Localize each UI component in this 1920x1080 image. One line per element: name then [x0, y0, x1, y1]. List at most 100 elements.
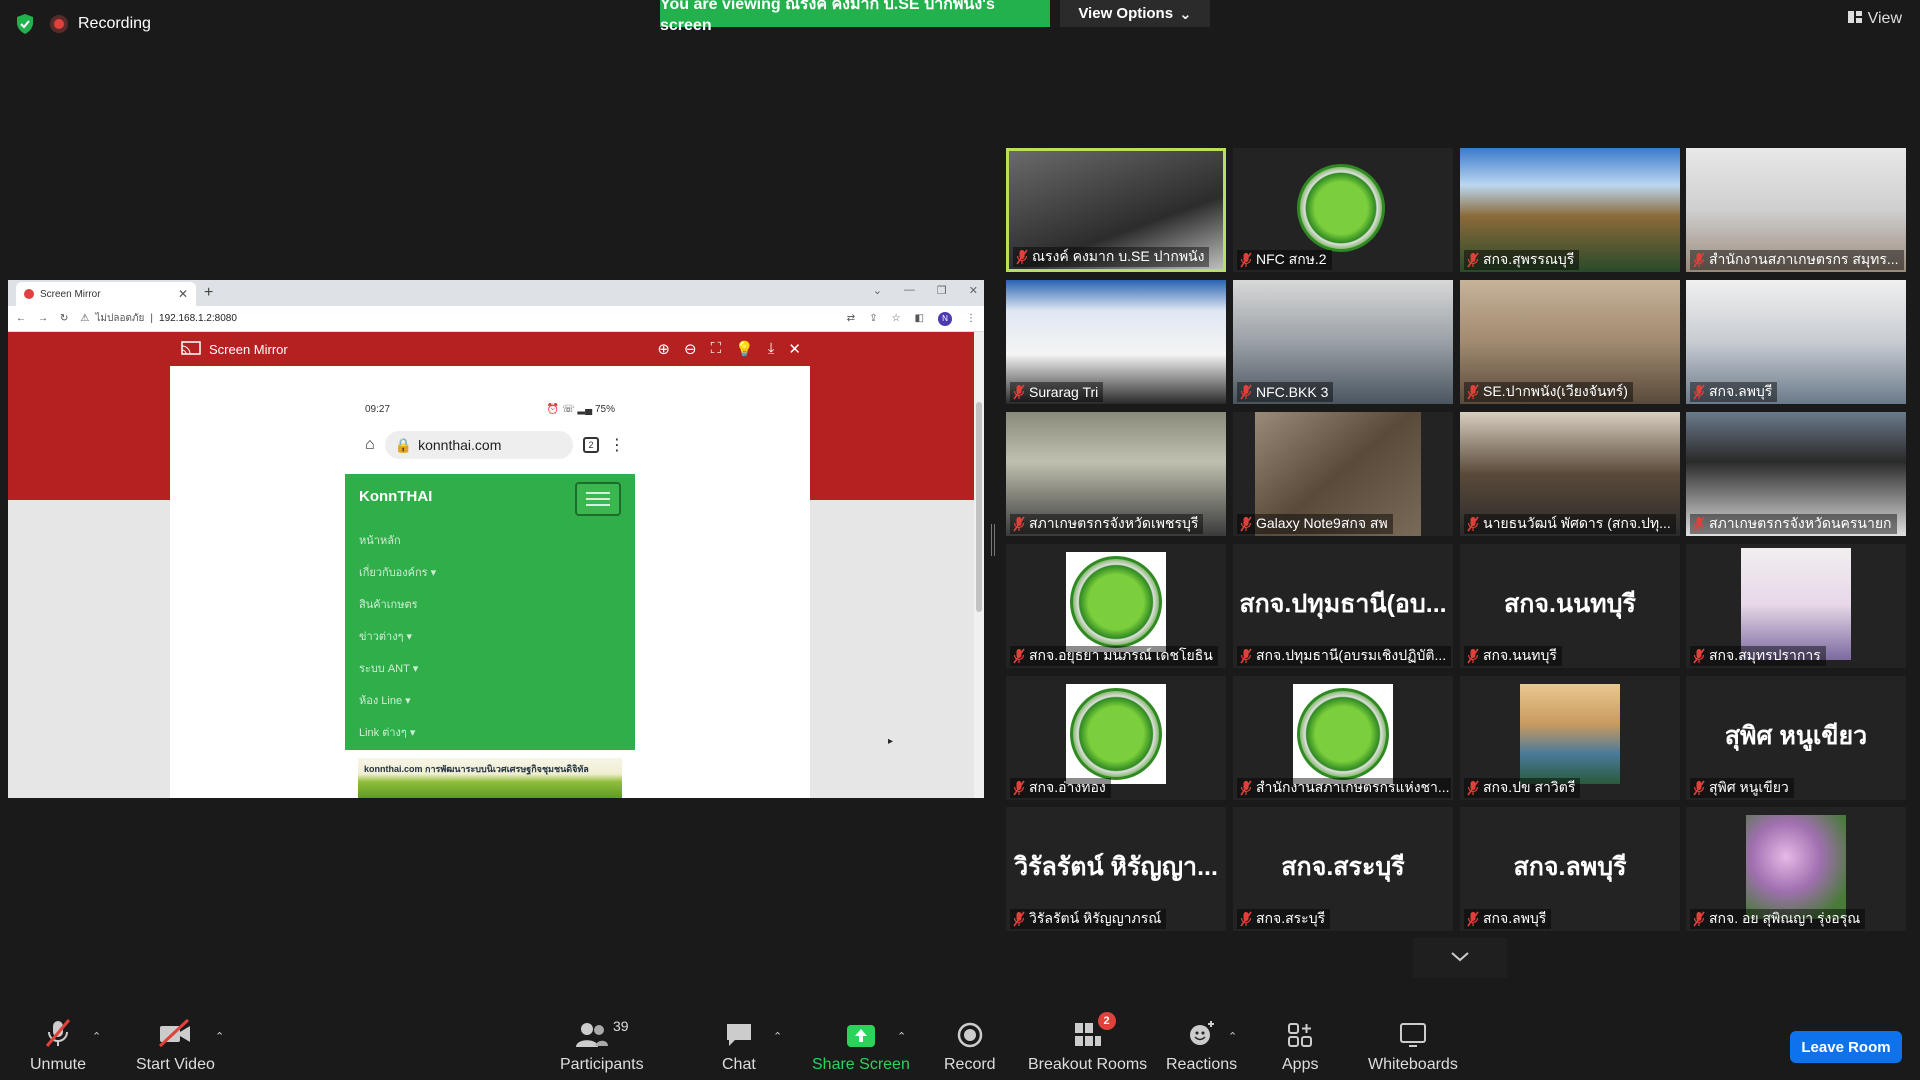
nav-item[interactable]: หน้าหลัก — [359, 524, 436, 556]
share-icon[interactable]: ⇪ — [869, 313, 877, 324]
participant-tile[interactable]: สกจ.นนทบุรี สกจ.นนทบุรี — [1460, 544, 1680, 668]
apps-button[interactable]: Apps — [1282, 1018, 1318, 1074]
lightbulb-icon[interactable]: 💡 — [735, 340, 754, 358]
participant-tile[interactable]: สำนักงานสภาเกษตรกรแห่งชา... — [1233, 676, 1453, 800]
participant-tile[interactable]: สภาเกษตรกรจังหวัดเพชรบุรี — [1006, 412, 1226, 536]
view-options-button[interactable]: View Options ⌄ — [1060, 0, 1210, 27]
leave-room-button[interactable]: Leave Room — [1790, 1031, 1902, 1063]
tab-count[interactable]: 2 — [583, 437, 599, 453]
restore-icon[interactable]: ❐ — [937, 284, 947, 297]
nav-item[interactable]: สินค้าเกษตร — [359, 588, 436, 620]
side-panel-icon[interactable]: ◧ — [915, 313, 924, 324]
nav-item[interactable]: เกี่ยวกับองค์กร ▾ — [359, 556, 436, 588]
recording-indicator[interactable]: Recording — [50, 15, 151, 33]
zoom-out-icon[interactable]: ⊖ — [684, 340, 697, 358]
farmers-council-logo-icon — [1070, 556, 1162, 648]
forward-icon[interactable]: → — [38, 313, 48, 324]
hamburger-icon[interactable] — [575, 482, 621, 516]
minimize-icon[interactable]: — — [904, 284, 915, 297]
close-icon[interactable]: ✕ — [788, 340, 801, 358]
chevron-up-icon[interactable]: ⌃ — [1228, 1030, 1237, 1043]
star-icon[interactable]: ☆ — [892, 313, 901, 324]
address-bar[interactable]: ⚠ ไม่ปลอดภัย | 192.168.1.2:8080 — [80, 311, 834, 326]
participant-tile[interactable]: NFC สกษ.2 — [1233, 148, 1453, 272]
scrollbar-thumb[interactable] — [976, 402, 982, 612]
participant-tile[interactable]: สกจ.ปทุมธานี(อบ... สกจ.ปทุมธานี(อบรมเชิงป… — [1233, 544, 1453, 668]
warning-icon: ⚠ — [80, 313, 90, 324]
reactions-icon — [1188, 1018, 1216, 1048]
app-title: Screen Mirror — [209, 341, 288, 357]
zoom-in-icon[interactable]: ⊕ — [657, 340, 670, 358]
participant-tile[interactable]: สกจ.ลพบุรี — [1686, 280, 1906, 404]
home-icon[interactable]: ⌂ — [365, 436, 375, 454]
whiteboard-icon — [1399, 1018, 1427, 1048]
cast-icon — [181, 340, 201, 358]
chevron-up-icon[interactable]: ⌃ — [897, 1030, 906, 1043]
close-icon[interactable]: ✕ — [969, 284, 978, 297]
participant-tile[interactable]: สกจ.ลพบุรี สกจ.ลพบุรี — [1460, 807, 1680, 931]
browser-tab[interactable]: Screen Mirror ✕ — [16, 282, 196, 306]
participant-tile[interactable]: วิรัลรัตน์ หิรัญญา... วิรัลรัตน์ หิรัญญาภ… — [1006, 807, 1226, 931]
view-button[interactable]: View — [1847, 10, 1902, 28]
more-menu-icon[interactable]: ⋮ — [609, 435, 625, 455]
participant-name-label: สกจ.อยุธยา มนภรณ์ เดชโยธิน — [1010, 646, 1218, 666]
split-handle[interactable] — [991, 524, 994, 556]
phone-mirror[interactable]: 09:27 ⏰ ☏ ▂▄ 75% ⌂ 🔒 konnthai.com 2 ⋮ Ko… — [170, 366, 893, 798]
breakout-rooms-button[interactable]: 2 Breakout Rooms — [1028, 1012, 1147, 1074]
unmute-button[interactable]: Unmute — [30, 1018, 86, 1074]
participant-tile[interactable]: สุพิศ หนูเขียว สุพิศ หนูเขียว — [1686, 676, 1906, 800]
participant-tile[interactable]: สกจ.สมุทรปราการ — [1686, 544, 1906, 668]
shared-screen[interactable]: Screen Mirror ✕ + ⌄ — ❐ ✕ ← → ↻ ⚠ ไม่ปลอ… — [8, 280, 984, 798]
profile-avatar[interactable]: N — [938, 311, 952, 326]
participant-tile[interactable]: สกจ.สระบุรี สกจ.สระบุรี — [1233, 807, 1453, 931]
participant-tile[interactable]: สภาเกษตรกรจังหวัดนครนายก — [1686, 412, 1906, 536]
participant-tile[interactable]: Surarag Tri — [1006, 280, 1226, 404]
participant-tile[interactable]: สกจ. อย สุพิณญา รุ่งอรุณ — [1686, 807, 1906, 931]
nav-item[interactable]: ระบบ ANT ▾ — [359, 652, 436, 684]
recording-icon — [50, 15, 68, 33]
chevron-up-icon[interactable]: ⌃ — [92, 1030, 101, 1043]
participant-tile[interactable]: สกจ.สุพรรณบุรี — [1460, 148, 1680, 272]
start-video-button[interactable]: Start Video — [136, 1018, 215, 1074]
reload-icon[interactable]: ↻ — [60, 313, 68, 324]
mic-muted-icon — [1013, 384, 1025, 400]
fullscreen-icon[interactable]: ⛶ — [711, 340, 722, 358]
more-menu-icon[interactable]: ⋮ — [966, 313, 976, 324]
participant-tile[interactable]: Galaxy Note9สกจ สพ — [1233, 412, 1453, 536]
chevron-down-icon[interactable]: ⌄ — [873, 284, 882, 297]
download-icon[interactable]: ⤓ — [768, 340, 775, 358]
site-brand[interactable]: KonnTHAI — [359, 488, 432, 505]
phone-status: ⏰ ☏ ▂▄ 75% — [546, 404, 615, 415]
close-icon[interactable]: ✕ — [178, 287, 188, 301]
participant-tile[interactable]: สกจ.ปข สาวิตรี — [1460, 676, 1680, 800]
participant-tile[interactable]: นายธนวัฒน์ พัศดาร (สกจ.ปทุ... — [1460, 412, 1680, 536]
participant-tile[interactable]: SE.ปากพนัง(เวียงจันทร์) — [1460, 280, 1680, 404]
phone-url-field[interactable]: 🔒 konnthai.com — [384, 431, 573, 459]
share-screen-button[interactable]: Share Screen — [812, 1018, 910, 1074]
start-video-label: Start Video — [136, 1056, 215, 1073]
back-icon[interactable]: ← — [16, 313, 26, 324]
insecure-label: ไม่ปลอดภัย — [95, 313, 145, 324]
new-tab-icon[interactable]: + — [204, 284, 213, 302]
nav-item[interactable]: ห้อง Line ▾ — [359, 684, 436, 716]
mic-muted-icon — [1240, 516, 1252, 532]
reactions-button[interactable]: Reactions — [1166, 1018, 1237, 1074]
chevron-up-icon[interactable]: ⌃ — [215, 1030, 224, 1043]
chevron-up-icon[interactable]: ⌃ — [773, 1030, 782, 1043]
collapse-gallery-button[interactable] — [1413, 938, 1507, 978]
translate-icon[interactable]: ⇄ — [847, 313, 855, 324]
shield-icon[interactable] — [14, 12, 36, 36]
record-button[interactable]: Record — [944, 1018, 996, 1074]
mic-muted-icon — [1013, 648, 1025, 664]
participant-tile[interactable]: ณรงค์ คงมาก บ.SE ปากพนัง — [1006, 148, 1226, 272]
participant-tile[interactable]: NFC.BKK 3 — [1233, 280, 1453, 404]
participants-button[interactable]: 39 Participants — [560, 1018, 644, 1074]
scrollbar[interactable] — [974, 332, 984, 798]
participant-tile[interactable]: สกจ.อ่างทอง — [1006, 676, 1226, 800]
participant-tile[interactable]: สกจ.อยุธยา มนภรณ์ เดชโยธิน — [1006, 544, 1226, 668]
chat-button[interactable]: Chat — [722, 1018, 756, 1074]
whiteboards-button[interactable]: Whiteboards — [1368, 1018, 1458, 1074]
nav-item[interactable]: Link ต่างๆ ▾ — [359, 716, 436, 748]
nav-item[interactable]: ข่าวต่างๆ ▾ — [359, 620, 436, 652]
participant-tile[interactable]: สำนักงานสภาเกษตรกร สมุทร... — [1686, 148, 1906, 272]
